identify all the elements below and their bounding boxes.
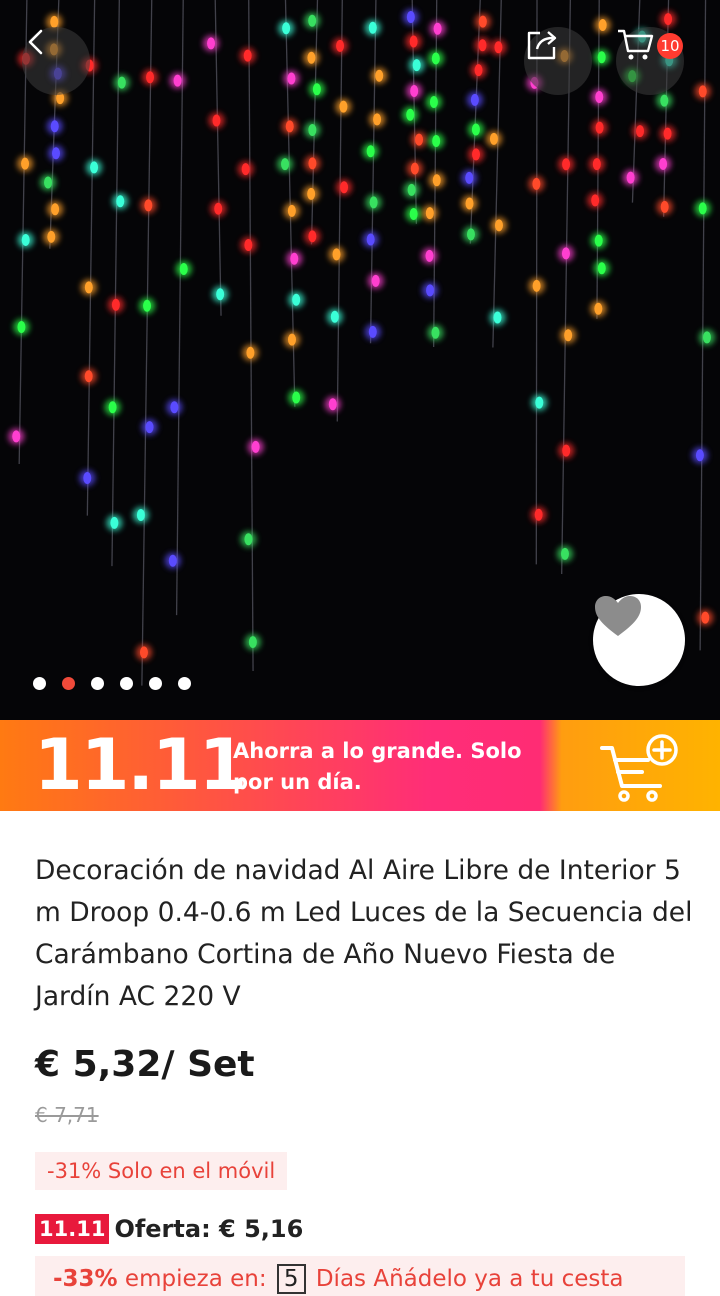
gallery-pagination bbox=[33, 677, 191, 691]
promo-days-number: 5 bbox=[276, 1264, 306, 1294]
event-logo: 11.11 bbox=[34, 724, 247, 806]
gallery-dot[interactable] bbox=[91, 677, 104, 690]
gallery-dot[interactable] bbox=[120, 677, 133, 690]
promo-starts-label: empieza en: bbox=[124, 1266, 267, 1292]
gallery-dot[interactable] bbox=[33, 677, 46, 690]
product-title: Decoración de navidad Al Aire Libre de I… bbox=[35, 855, 693, 1012]
gallery-dot[interactable] bbox=[149, 677, 162, 690]
product-image-gallery[interactable]: 10 bbox=[0, 0, 720, 720]
gallery-dot[interactable] bbox=[62, 677, 75, 690]
product-price: € 5,32/ Set bbox=[35, 1044, 255, 1085]
heart-icon bbox=[595, 596, 641, 636]
chevron-left-icon bbox=[28, 29, 43, 55]
promo-countdown[interactable]: -33% empieza en: 5 Días Añádelo ya a tu … bbox=[35, 1256, 685, 1296]
favorite-button[interactable] bbox=[593, 594, 685, 686]
promo-discount: -33% bbox=[53, 1266, 118, 1292]
promo-days-text: Días Añádelo ya a tu cesta bbox=[315, 1266, 624, 1292]
event-offer-price: Oferta: € 5,16 bbox=[114, 1215, 304, 1243]
back-button[interactable] bbox=[22, 27, 90, 95]
mobile-discount-tag: -31% Solo en el móvil bbox=[35, 1152, 288, 1190]
promo-banner[interactable]: 11.11 Ahorra a lo grande. Solo por un dí… bbox=[0, 720, 720, 811]
gallery-dot[interactable] bbox=[178, 677, 191, 690]
banner-message: Ahorra a lo grande. Solo por un día. bbox=[233, 739, 522, 794]
cart-icon bbox=[618, 29, 654, 60]
original-price: € 7,71 bbox=[35, 1103, 99, 1127]
share-button[interactable] bbox=[524, 27, 592, 95]
cart-plus-icon bbox=[600, 734, 678, 802]
share-icon bbox=[527, 31, 557, 60]
event-badge: 11.11 bbox=[35, 1214, 110, 1244]
event-offer: 11.11 Oferta: € 5,16 bbox=[35, 1212, 303, 1246]
cart-count-badge: 10 bbox=[657, 33, 683, 59]
